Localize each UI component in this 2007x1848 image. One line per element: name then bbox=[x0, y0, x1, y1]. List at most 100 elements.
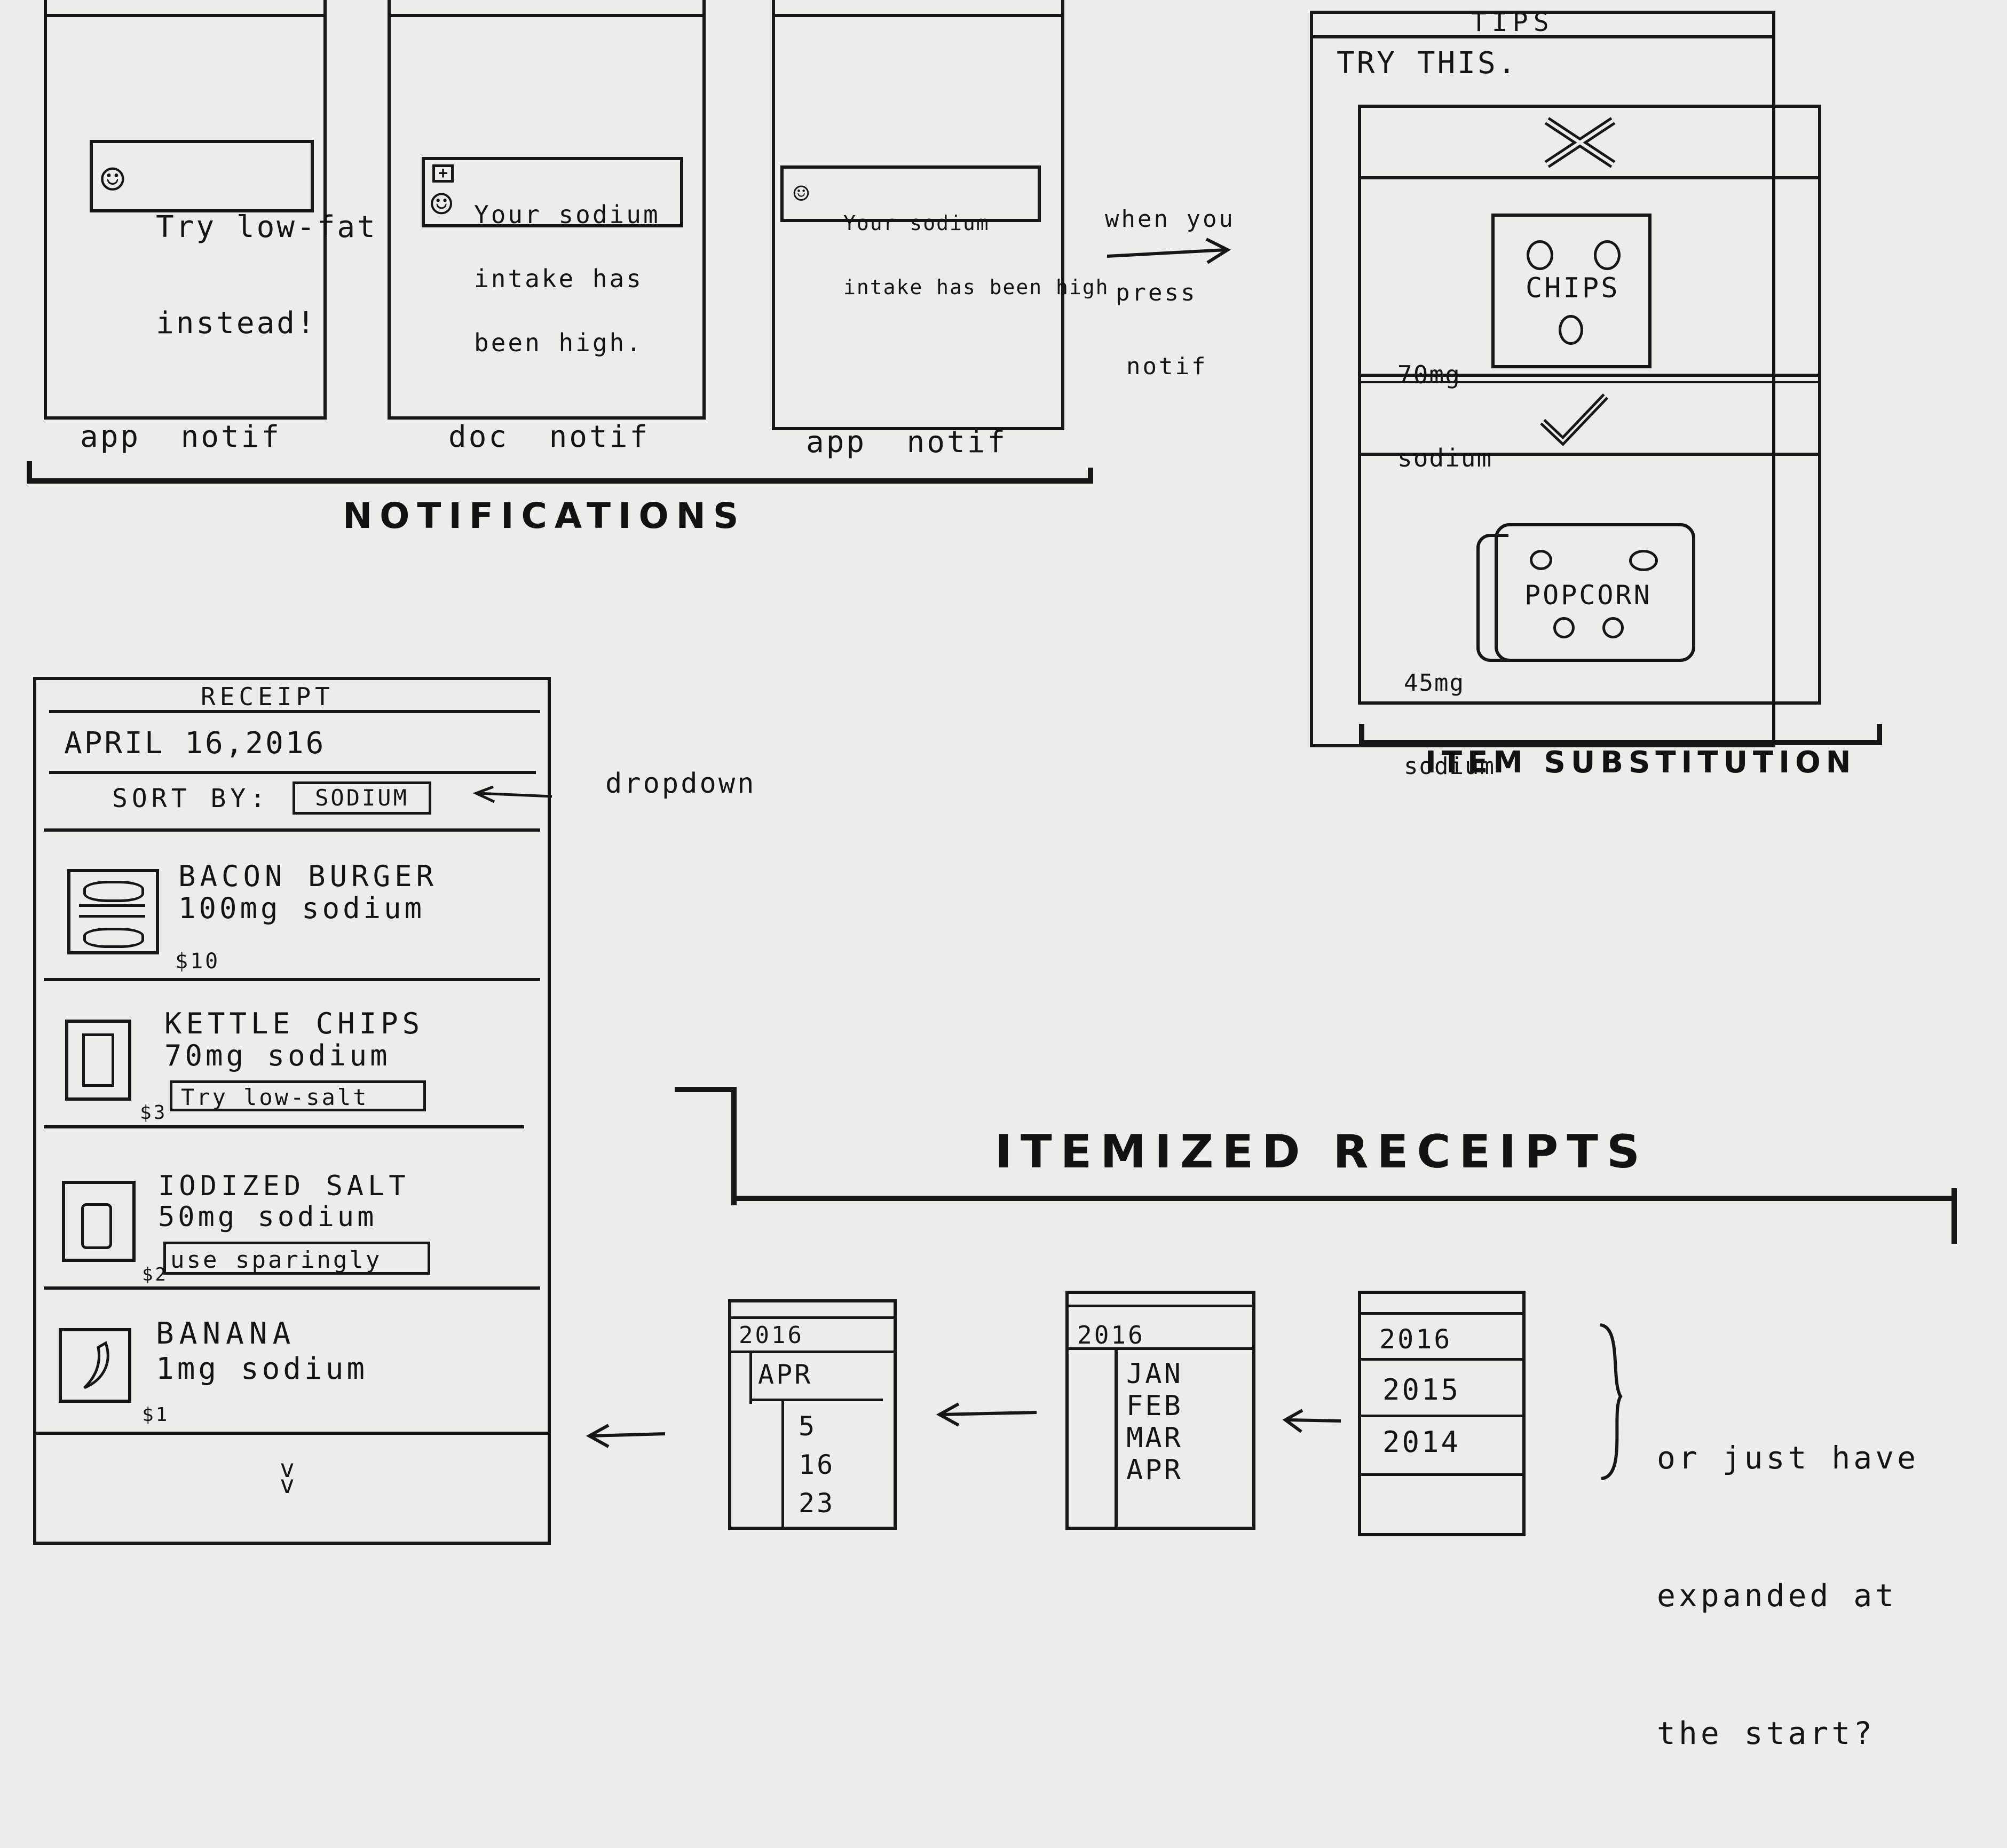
notification-app-sodium[interactable]: ☺ Your sodium intake has been high bbox=[780, 165, 1108, 298]
bracket-tick bbox=[1088, 468, 1093, 484]
notification-line: been high. bbox=[474, 328, 643, 357]
notification-line: intake has been high bbox=[843, 275, 1109, 299]
notifications-section-label: NOTIFICATIONS bbox=[343, 495, 746, 536]
item-tip-button[interactable]: use sparingly bbox=[163, 1242, 430, 1275]
item-sodium: 50mg sodium bbox=[158, 1201, 377, 1233]
item-sodium: 70mg sodium bbox=[164, 1039, 391, 1072]
item-sodium: 1mg sodium bbox=[156, 1352, 368, 1386]
medical-cross-icon: + bbox=[432, 164, 454, 183]
smiley-icon: ☺ bbox=[793, 178, 812, 209]
receipt-item[interactable]: KETTLE CHIPS 70mg sodium Try low-salt $3 bbox=[44, 981, 540, 1125]
receipt-item[interactable]: BANANA 1mg sodium $1 bbox=[44, 1290, 540, 1428]
list-divider bbox=[749, 1399, 883, 1401]
receipt-title-divider bbox=[49, 710, 540, 713]
list-divider bbox=[728, 1316, 897, 1319]
item-name: KETTLE CHIPS bbox=[164, 1007, 424, 1040]
bracket-tick bbox=[731, 1087, 737, 1205]
reject-button[interactable] bbox=[1361, 108, 1818, 176]
item-price: $2 bbox=[142, 1264, 168, 1285]
receipt-date-divider bbox=[49, 771, 536, 774]
notification-doc-sodium[interactable]: + ☺ Your sodium intake has been high. bbox=[422, 157, 683, 355]
popcorn-label: POPCORN bbox=[1524, 580, 1652, 611]
month-item[interactable]: MAR bbox=[1126, 1422, 1183, 1454]
item-divider bbox=[33, 1432, 551, 1435]
side-note-line: or just have bbox=[1657, 1440, 1919, 1476]
accept-button[interactable] bbox=[1361, 384, 1818, 454]
sort-dropdown-value: SODIUM bbox=[315, 785, 409, 811]
day-item[interactable]: 16 bbox=[799, 1446, 835, 1484]
month-item[interactable]: JAN bbox=[1126, 1358, 1183, 1390]
year-label: 2014 bbox=[1382, 1425, 1461, 1459]
list-divider bbox=[1358, 1358, 1526, 1361]
year-row[interactable]: 2016 bbox=[1361, 1315, 1522, 1358]
chip-dot bbox=[1594, 240, 1621, 270]
popcorn-bag-image: POPCORN bbox=[1495, 523, 1695, 662]
day-item[interactable]: 23 bbox=[799, 1484, 835, 1522]
scroll-more-button[interactable]: v v bbox=[267, 1456, 310, 1509]
sort-label: SORT BY: bbox=[112, 784, 270, 814]
notifications-bracket bbox=[27, 478, 1093, 484]
indent-line bbox=[1115, 1347, 1118, 1529]
banana-icon bbox=[59, 1328, 131, 1403]
card-divider bbox=[1361, 453, 1818, 456]
month-item[interactable]: FEB bbox=[1126, 1390, 1183, 1422]
day-view-month[interactable]: APR bbox=[758, 1359, 812, 1390]
indent-line bbox=[749, 1351, 752, 1404]
item-substitution-bracket bbox=[1359, 740, 1882, 745]
bracket-tick bbox=[1951, 1188, 1957, 1244]
x-mark-icon bbox=[1544, 117, 1616, 168]
notification-low-fat[interactable]: ☺ Try low-fat instead! bbox=[90, 140, 375, 339]
card-divider bbox=[1361, 381, 1818, 383]
year-row[interactable]: 2015 bbox=[1361, 1361, 1522, 1415]
list-divider bbox=[1358, 1473, 1526, 1476]
sort-row: SORT BY: bbox=[112, 784, 270, 814]
item-substitution-label: ITEM SUBSTITUTION bbox=[1425, 745, 1856, 780]
itemized-bracket bbox=[731, 1196, 1957, 1201]
arrow-left-icon bbox=[586, 1424, 666, 1448]
checkmark-icon bbox=[1540, 393, 1609, 446]
receipt-item[interactable]: IODIZED SALT 50mg sodium use sparingly $… bbox=[44, 1128, 540, 1285]
chips-label: CHIPS bbox=[1526, 272, 1620, 304]
smiley-icon: ☺ bbox=[100, 156, 127, 203]
item-price: $1 bbox=[142, 1404, 170, 1426]
chevron-down-icon: v bbox=[280, 1470, 297, 1499]
day-item[interactable]: 5 bbox=[799, 1407, 835, 1446]
salt-icon bbox=[62, 1181, 136, 1262]
screen-caption: app notif bbox=[806, 425, 1008, 460]
receipt-item[interactable]: BACON BURGER 100mg sodium $10 bbox=[44, 832, 540, 976]
chip-dot bbox=[1527, 240, 1553, 270]
arrow-right-icon bbox=[1107, 238, 1231, 264]
chip-dot bbox=[1559, 315, 1583, 345]
item-tip-text: Try low-salt bbox=[181, 1084, 369, 1110]
sort-dropdown[interactable]: SODIUM bbox=[293, 781, 431, 815]
item-sodium: 100mg sodium bbox=[178, 891, 425, 925]
item-price: $3 bbox=[140, 1102, 168, 1124]
year-label: 2015 bbox=[1382, 1373, 1461, 1407]
list-divider bbox=[1358, 1312, 1526, 1315]
year-row[interactable]: 2014 bbox=[1361, 1418, 1522, 1473]
item-tip-button[interactable]: Try low-salt bbox=[170, 1080, 426, 1111]
item-price: $10 bbox=[175, 949, 220, 974]
item-name: IODIZED SALT bbox=[158, 1170, 410, 1202]
arrow-note-line: press bbox=[1116, 279, 1197, 306]
day-view-year: 2016 bbox=[739, 1322, 804, 1349]
arrow-note-line: when you bbox=[1105, 206, 1235, 233]
arrow-left-icon bbox=[472, 785, 552, 803]
arrow-note-line: notif bbox=[1126, 353, 1208, 380]
card-divider bbox=[1361, 176, 1818, 179]
status-bar-divider bbox=[772, 14, 1064, 17]
notification-line: instead! bbox=[156, 306, 317, 341]
tips-title: TIPS bbox=[1471, 7, 1554, 37]
smiley-icon: ☺ bbox=[430, 183, 455, 226]
bracket-tick bbox=[1877, 724, 1882, 745]
side-note-line: expanded at bbox=[1657, 1577, 1898, 1614]
dropdown-note: dropdown bbox=[605, 768, 756, 800]
itemized-section-label: ITEMIZED RECEIPTS bbox=[995, 1125, 1648, 1179]
kernel-dot bbox=[1602, 617, 1624, 638]
month-item[interactable]: APR bbox=[1126, 1454, 1183, 1486]
status-bar-divider bbox=[388, 14, 706, 17]
notification-line: Try low-fat bbox=[156, 210, 377, 244]
notification-line: Your sodium bbox=[843, 211, 990, 235]
kernel-dot bbox=[1553, 617, 1575, 638]
chips-bag-image: CHIPS bbox=[1491, 214, 1652, 368]
